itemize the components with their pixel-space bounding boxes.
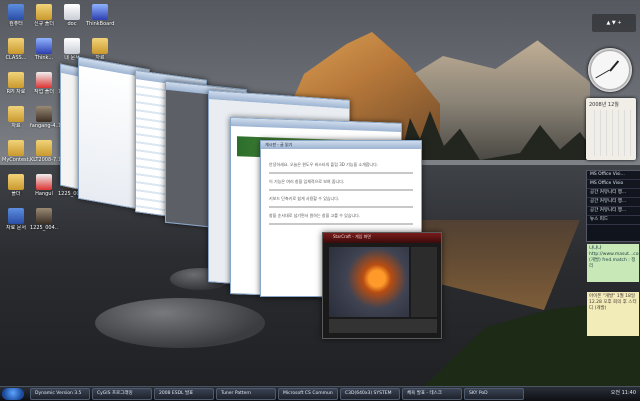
- taskbar-button[interactable]: C3D(640x3) SYSTEM: [340, 388, 400, 400]
- clock-minute-hand: [595, 69, 610, 79]
- text-divider: [269, 206, 413, 208]
- taskbar-tasks: Dynamic Version 3.5 CyGIS 프로그래밍 2008 ESD…: [30, 388, 524, 400]
- folder-icon: [36, 4, 52, 20]
- desktop-icon[interactable]: 1225_004...: [30, 208, 58, 231]
- sticky-note-green[interactable]: 냐냐냐 http://www.masut...com/... (개발) fred…: [587, 244, 640, 282]
- desktop-icon[interactable]: ThinkBoard: [86, 4, 114, 27]
- game-side-panel[interactable]: [411, 247, 437, 317]
- doc-icon: [64, 38, 80, 54]
- red-icon: [36, 174, 52, 190]
- desktop-icon[interactable]: 자료: [2, 106, 30, 129]
- calendar-gadget[interactable]: 2008년 12월: [586, 98, 636, 160]
- doc-icon: [64, 4, 80, 20]
- desktop-icon[interactable]: MyContest...: [2, 140, 30, 163]
- game-bottom-bar[interactable]: [329, 319, 437, 333]
- desktop-icon[interactable]: 작업 폴더: [30, 72, 58, 95]
- pic-icon: [36, 208, 52, 224]
- taskbar-button[interactable]: 2008 ESDL 발표: [154, 388, 214, 400]
- desktop-icon-label: 자료 문서: [6, 225, 26, 231]
- desktop-icon[interactable]: 폴더: [2, 174, 30, 197]
- desktop-icon[interactable]: 신규 폴더: [30, 4, 58, 27]
- article-line: 키보드 단축키로 쉽게 사용할 수 있습니다.: [269, 196, 340, 201]
- desktop-icon-label: 1225_004...: [30, 225, 58, 231]
- desktop-icon-label: 작업 폴더: [34, 89, 54, 95]
- taskbar-button[interactable]: 체육 발표 - 테스크: [402, 388, 462, 400]
- desktop-icon[interactable]: 컴퓨터: [2, 4, 30, 27]
- folder-icon: [8, 72, 24, 88]
- folder-icon: [8, 106, 24, 122]
- desktop-icon-label: 폴더: [11, 191, 21, 197]
- folder-icon: [8, 174, 24, 190]
- desktop-icon[interactable]: Think...: [30, 38, 58, 61]
- pen-icon: [36, 38, 52, 54]
- desktop-icon[interactable]: Hangul: [30, 174, 58, 197]
- article-line: 이 기능은 여러 창을 입체적으로 보여 줍니다.: [269, 179, 345, 184]
- window-title: StarCraft - 게임 화면: [333, 234, 371, 239]
- taskbar-button[interactable]: CyGIS 프로그래밍: [92, 388, 152, 400]
- desktop-icon[interactable]: 자료 문서: [2, 208, 30, 231]
- window-titlebar[interactable]: 게시판 - 글 읽기: [261, 141, 421, 149]
- desktop-icon-label: MyContest...: [2, 157, 30, 163]
- desktop-icon-label: CLASS...: [5, 55, 27, 61]
- game-window[interactable]: StarCraft - 게임 화면: [322, 232, 442, 339]
- article-line: 안녕하세요. 오늘은 윈도우 비스타의 플립 3D 기능을 소개합니다.: [269, 162, 379, 167]
- clock-gadget[interactable]: [588, 48, 632, 92]
- pen-icon: [92, 4, 108, 20]
- taskbar-button[interactable]: Dynamic Version 3.5: [30, 388, 90, 400]
- red-icon: [36, 72, 52, 88]
- sticky-note-yellow[interactable]: 아이폰 "개발" 1월 18일 12.28 오후 회의 후 스터디 (개발): [587, 292, 639, 336]
- feed-item[interactable]: MS Office Visio: [587, 180, 640, 189]
- desktop-icon[interactable]: 자료: [86, 38, 114, 61]
- desktop-icon-label: doc: [67, 21, 77, 27]
- feed-item[interactable]: 공간 커뮤니티 행...: [587, 189, 640, 198]
- desktop-icon[interactable]: KLT2008-7...: [30, 140, 58, 163]
- wallpaper-rock-large: [95, 298, 265, 348]
- desktop-icon-label: KLT2008-7...: [30, 157, 58, 163]
- window-titlebar[interactable]: StarCraft - 게임 화면: [323, 233, 441, 243]
- sidebar-gadgets: ▲ ▼ + 2008년 12월 MS Office Visi... MS Off…: [584, 14, 640, 384]
- pic-icon: [36, 106, 52, 122]
- folder-icon: [8, 140, 24, 156]
- folder-icon: [92, 38, 108, 54]
- start-orb-icon[interactable]: [2, 388, 24, 400]
- taskbar-button[interactable]: SKY PoD: [464, 388, 524, 400]
- text-divider: [269, 172, 413, 174]
- desktop-icon[interactable]: fangang-4...: [30, 106, 58, 129]
- folder-icon: [8, 38, 24, 54]
- desktop-icon-label: 자료: [11, 123, 21, 129]
- article-text: 안녕하세요. 오늘은 윈도우 비스타의 플립 3D 기능을 소개합니다. 이 기…: [269, 161, 413, 229]
- taskbar: Dynamic Version 3.5 CyGIS 프로그래밍 2008 ESD…: [0, 386, 640, 401]
- calendar-grid[interactable]: [589, 110, 633, 156]
- app-icon: [8, 208, 24, 224]
- folder-icon: [36, 140, 52, 156]
- taskbar-button[interactable]: Tuner Pattern: [216, 388, 276, 400]
- app-icon: [8, 4, 24, 20]
- desktop-icon-label: 컴퓨터: [9, 21, 23, 27]
- feed-item[interactable]: 뉴스 피드: [587, 216, 640, 225]
- desktop-icon-label: Hangul: [35, 191, 53, 197]
- tray-clock[interactable]: 오전 11:40: [611, 389, 636, 396]
- calendar-header: 2008년 12월: [589, 102, 619, 108]
- feed-item[interactable]: 공간 커뮤니티 행...: [587, 207, 640, 216]
- desktop-icon-label: 신규 폴더: [34, 21, 54, 27]
- feed-item[interactable]: 공간 커뮤니티 행...: [587, 198, 640, 207]
- feed-headlines-gadget[interactable]: MS Office Visi... MS Office Visio 공간 커뮤니…: [586, 170, 640, 242]
- desktop-icon[interactable]: doc: [58, 4, 86, 27]
- desktop-icon-label: fangang-4...: [30, 123, 58, 129]
- game-viewport[interactable]: [329, 247, 409, 317]
- text-divider: [269, 223, 413, 225]
- clock-hour-hand: [609, 60, 620, 72]
- feed-item[interactable]: MS Office Visi...: [587, 171, 640, 180]
- gadget-toolbar[interactable]: ▲ ▼ +: [592, 14, 636, 32]
- desktop-icon-label: ThinkBoard: [86, 21, 114, 27]
- desktop-icon-label: RPI 자료: [6, 89, 26, 95]
- taskbar-button[interactable]: Microsoft CS Commun: [278, 388, 338, 400]
- desktop-icon[interactable]: CLASS...: [2, 38, 30, 61]
- desktop-icon[interactable]: RPI 자료: [2, 72, 30, 95]
- article-line: 창을 순서대로 넘기면서 원하는 창을 고를 수 있습니다.: [269, 213, 361, 218]
- desktop-icon-label: Think...: [34, 55, 54, 61]
- text-divider: [269, 189, 413, 191]
